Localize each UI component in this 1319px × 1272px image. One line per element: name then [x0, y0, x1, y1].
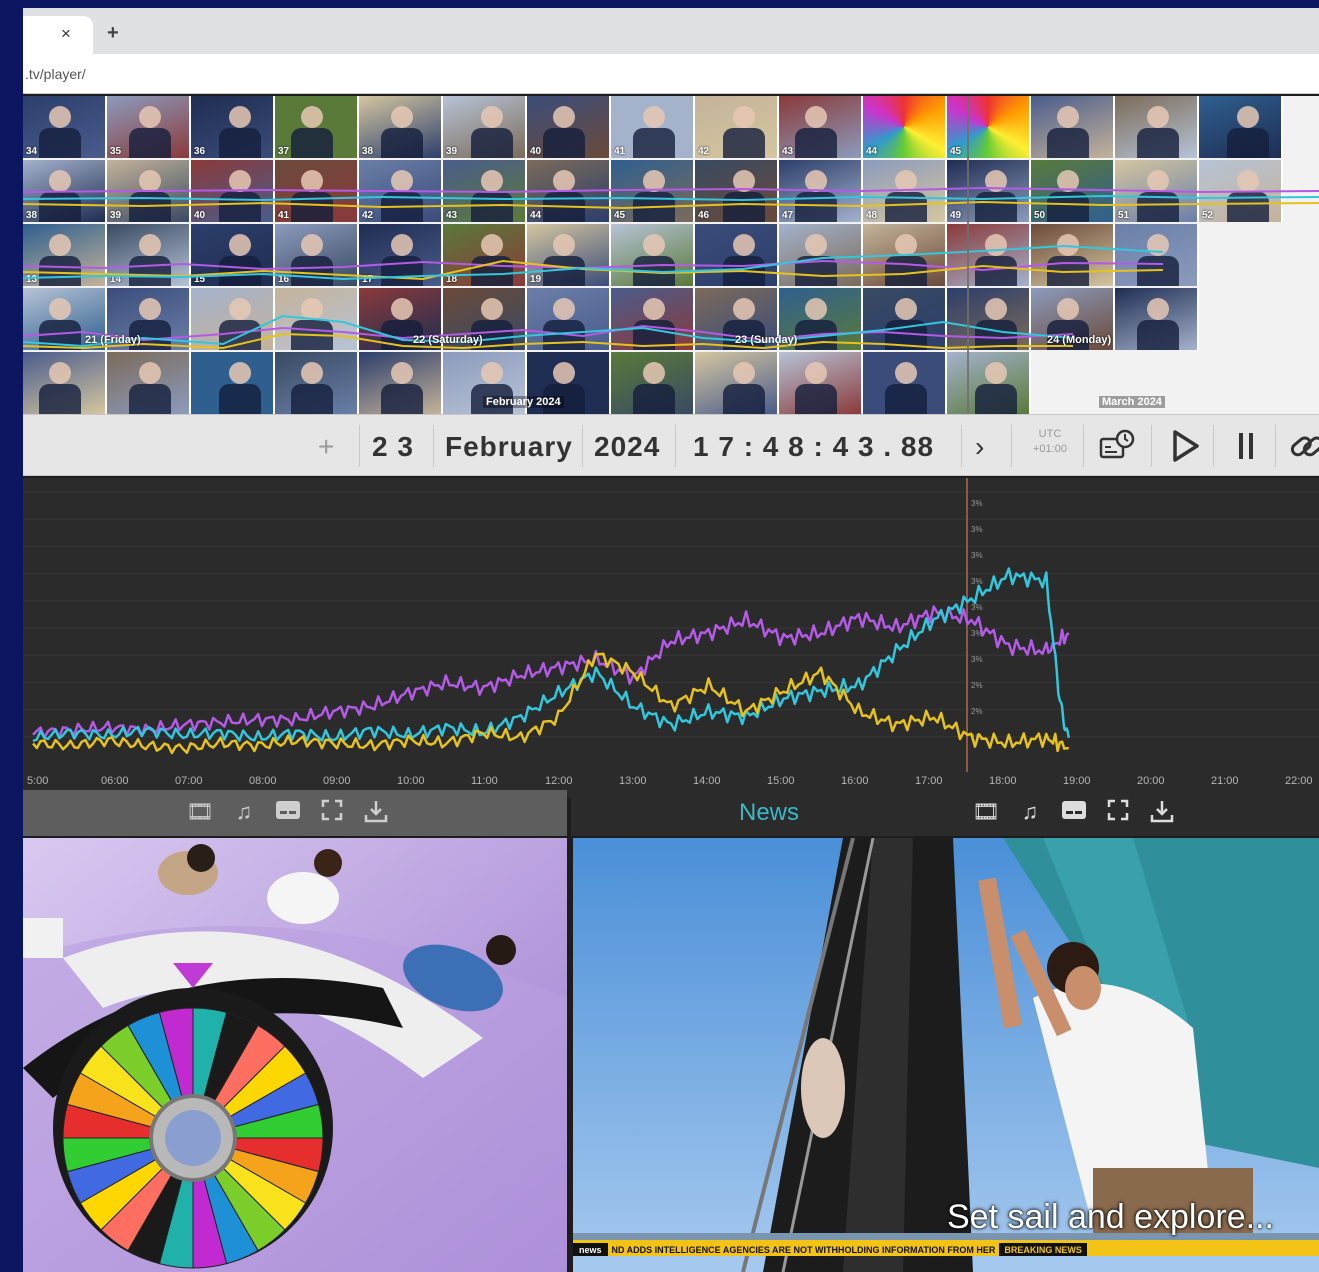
x-tick-label: 22:00 — [1285, 775, 1313, 787]
y-tick-label: 2% — [971, 681, 983, 690]
film-icon[interactable]: 🎞︎ — [185, 799, 215, 825]
address-bar[interactable]: .tv/player/ — [23, 54, 1319, 94]
separator — [1213, 425, 1214, 467]
video-player-right[interactable]: Set sail and explore... news ND ADDS INTE… — [573, 838, 1319, 1272]
timezone-label[interactable]: UTC +01:00 — [1033, 427, 1067, 457]
new-tab-button[interactable]: + — [107, 22, 119, 45]
browser-tab[interactable]: × — [23, 16, 93, 54]
separator — [433, 425, 434, 467]
y-tick-label: 3% — [971, 525, 983, 534]
y-tick-label: 3% — [971, 499, 983, 508]
day-label: 21 (Friday) — [85, 334, 141, 346]
audience-chart[interactable]: 3% 3% 3% 3% 3% 3% 3% 2% 2% 1% 5:00 06:00 07:00 08:00 0… — [23, 478, 1319, 798]
x-tick-label: 13:00 — [619, 775, 647, 787]
x-tick-label: 5:00 — [27, 775, 48, 787]
channel-header-right: News 🎞︎ ♫ — [571, 790, 1319, 836]
ticker-breaking-tag: BREAKING NEWS — [999, 1243, 1087, 1256]
separator — [1083, 425, 1084, 467]
thumbnail-overlay-lines — [23, 186, 1319, 350]
month-label: February 2024 — [483, 396, 564, 408]
ticker-headline: ND ADDS INTELLIGENCE AGENCIES ARE NOT WI… — [611, 1245, 996, 1255]
year-field[interactable]: 2024 — [594, 431, 660, 463]
pause-icon[interactable] — [1229, 427, 1269, 465]
x-tick-label: 08:00 — [249, 775, 277, 787]
x-tick-label: 15:00 — [767, 775, 795, 787]
tab-close-icon[interactable]: × — [61, 24, 71, 44]
day-label: 23 (Sunday) — [735, 334, 798, 346]
video-player-left[interactable] — [23, 838, 567, 1272]
link-icon[interactable] — [1285, 427, 1319, 465]
channel-header-left: 🎞︎ ♫ — [23, 790, 567, 836]
y-tick-label: 2% — [971, 707, 983, 716]
x-tick-label: 17:00 — [915, 775, 943, 787]
timezone-offset: +01:00 — [1033, 443, 1067, 455]
month-label: March 2024 — [1099, 396, 1165, 408]
y-tick-label: 3% — [971, 551, 983, 560]
music-note-icon[interactable]: ♫ — [1015, 799, 1045, 825]
separator — [1275, 425, 1276, 467]
url-text[interactable]: .tv/player/ — [25, 66, 86, 82]
day-label: 22 (Saturday) — [413, 334, 483, 346]
play-icon[interactable] — [1167, 427, 1207, 465]
separator — [675, 425, 676, 467]
download-icon[interactable] — [361, 799, 391, 825]
subtitles-icon[interactable] — [1059, 799, 1089, 825]
x-tick-label: 19:00 — [1063, 775, 1091, 787]
fullscreen-icon[interactable] — [317, 799, 347, 825]
channel-title[interactable]: News — [739, 799, 799, 827]
x-tick-label: 14:00 — [693, 775, 721, 787]
x-tick-label: 07:00 — [175, 775, 203, 787]
next-button[interactable]: › — [975, 431, 985, 463]
news-ticker: news ND ADDS INTELLIGENCE AGENCIES ARE NO… — [573, 1240, 1319, 1256]
y-tick-label: 3% — [971, 655, 983, 664]
x-tick-label: 12:00 — [545, 775, 573, 787]
separator — [1151, 425, 1152, 467]
download-icon[interactable] — [1147, 799, 1177, 825]
x-tick-label: 11:00 — [471, 775, 498, 787]
timezone-name: UTC — [1038, 428, 1062, 440]
clock-calendar-icon[interactable] — [1097, 427, 1137, 465]
thumbnail-wall[interactable]: 34 35 36 37 38 39 40 41 42 43 44 45 38 39 40 41 42 43 44 4… — [23, 96, 1319, 414]
day-label: 24 (Monday) — [1047, 334, 1112, 346]
channel-right-toolbar: 🎞︎ ♫ — [971, 799, 1177, 825]
ticker-channel-label: news — [573, 1243, 608, 1256]
x-tick-label: 09:00 — [323, 775, 351, 787]
separator — [1011, 425, 1012, 467]
x-tick-label: 18:00 — [989, 775, 1017, 787]
channel-left-toolbar: 🎞︎ ♫ — [185, 799, 391, 825]
y-tick-label: 3% — [971, 577, 983, 586]
subtitles-icon[interactable] — [273, 799, 303, 825]
day-field[interactable]: 2 3 — [372, 431, 414, 463]
x-tick-label: 10:00 — [397, 775, 425, 787]
time-field[interactable]: 1 7 : 4 8 : 4 3 . 88 — [693, 431, 934, 463]
separator — [359, 425, 360, 467]
film-icon[interactable]: 🎞︎ — [971, 799, 1001, 825]
player-control-bar: + 2 3 February 2024 1 7 : 4 8 : 4 3 . 88… — [23, 414, 1319, 476]
x-tick-label: 16:00 — [841, 775, 869, 787]
x-tick-label: 06:00 — [101, 775, 129, 787]
zoom-in-button[interactable]: + — [318, 431, 335, 463]
x-tick-label: 20:00 — [1137, 775, 1165, 787]
fullscreen-icon[interactable] — [1103, 799, 1133, 825]
month-field[interactable]: February — [445, 431, 573, 463]
x-tick-label: 21:00 — [1211, 775, 1239, 787]
time-cursor[interactable] — [967, 96, 969, 412]
music-note-icon[interactable]: ♫ — [229, 799, 259, 825]
game-show-frame — [23, 838, 567, 1272]
y-tick-label: 3% — [971, 603, 983, 612]
audience-chart-svg[interactable]: 3%3%3%3%3%3%3%2%2%1%5:00 06:00 07:00 08:00 0… — [23, 478, 1319, 798]
separator — [961, 425, 962, 467]
video-subtitle: Set sail and explore... — [947, 1198, 1274, 1236]
separator — [582, 425, 583, 467]
app-screen: × + .tv/player/ 34 35 36 37 38 39 40 41 42 43 44 45… — [23, 8, 1319, 1272]
browser-tab-strip: × + — [23, 8, 1319, 54]
